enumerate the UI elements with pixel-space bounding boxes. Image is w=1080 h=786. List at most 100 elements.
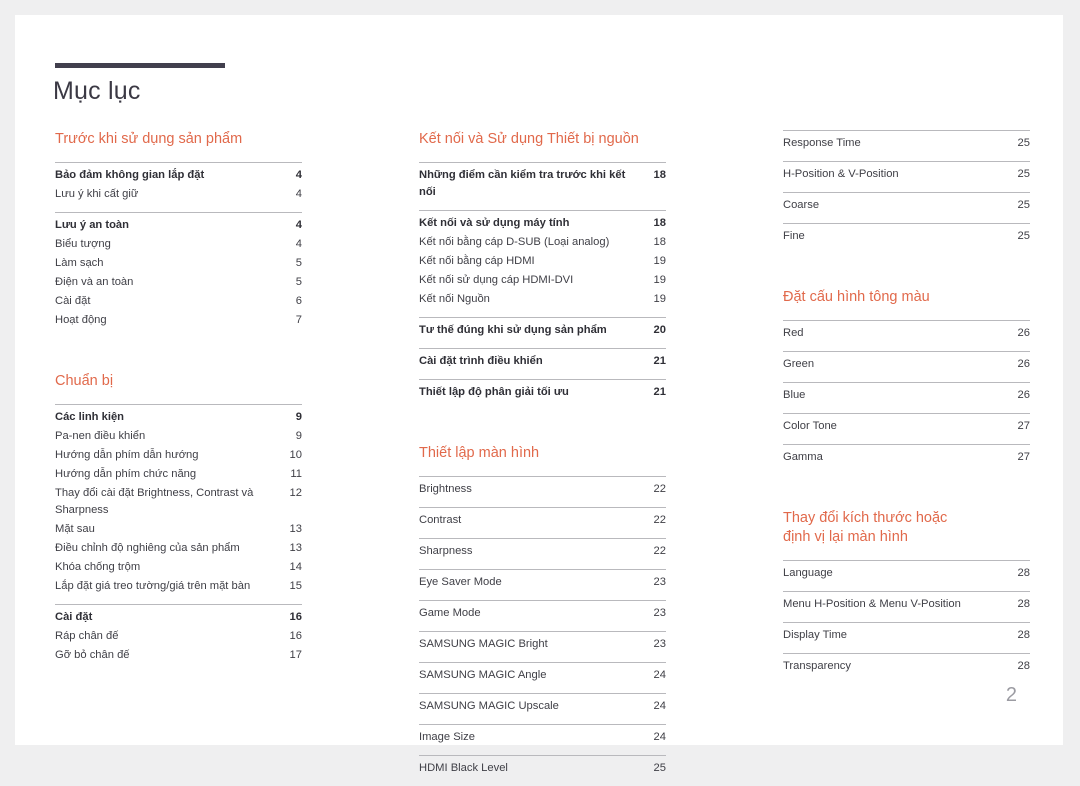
- toc-group: Kết nối và sử dụng máy tính 18 Kết nối bằn…: [419, 210, 666, 309]
- toc-group: Eye Saver Mode 23: [419, 569, 666, 592]
- toc-entry-page: 28: [1017, 598, 1030, 610]
- toc-entry-page: 22: [653, 483, 666, 495]
- toc-entry[interactable]: Red 26: [783, 324, 1030, 343]
- toc-entry[interactable]: Kết nối Nguồn 19: [419, 290, 666, 309]
- toc-group: SAMSUNG MAGIC Angle 24: [419, 662, 666, 685]
- toc-column-2: Kết nối và Sử dụng Thiết bị nguồn Những đ…: [419, 130, 666, 786]
- toc-entry-page: 12: [289, 487, 302, 499]
- toc-entry-label: Cài đặt trình điều khiển: [419, 355, 543, 367]
- toc-entry-page: 10: [289, 449, 302, 461]
- toc-entry[interactable]: Hướng dẫn phím chức năng 11: [55, 465, 302, 484]
- toc-entry[interactable]: Green 26: [783, 355, 1030, 374]
- toc-entry[interactable]: Kết nối và sử dụng máy tính 18: [419, 214, 666, 233]
- toc-section-title[interactable]: Trước khi sử dụng sản phẩm: [55, 130, 302, 149]
- toc-section-title[interactable]: Thay đổi kích thước hoặc định vị lại màn…: [783, 509, 1030, 547]
- toc-entry-page: 25: [1017, 199, 1030, 211]
- toc-entry[interactable]: Bảo đảm không gian lắp đặt 4: [55, 166, 302, 185]
- toc-entry-page: 11: [290, 468, 302, 480]
- toc-entry[interactable]: Fine 25: [783, 227, 1030, 246]
- toc-entry[interactable]: SAMSUNG MAGIC Angle 24: [419, 666, 666, 685]
- toc-entry[interactable]: Brightness 22: [419, 480, 666, 499]
- toc-entry[interactable]: Mặt sau 13: [55, 520, 302, 539]
- toc-entry-label: Thiết lập độ phân giải tối ưu: [419, 386, 569, 398]
- toc-section-title[interactable]: Kết nối và Sử dụng Thiết bị nguồn: [419, 130, 666, 149]
- toc-group: Cài đặt trình điều khiển 21: [419, 348, 666, 371]
- toc-entry[interactable]: Làm sạch 5: [55, 254, 302, 273]
- toc-entry[interactable]: Cài đặt 6: [55, 292, 302, 311]
- toc-entry[interactable]: Biểu tượng 4: [55, 235, 302, 254]
- toc-entry[interactable]: Gamma 27: [783, 448, 1030, 467]
- toc-entry-page: 17: [289, 649, 302, 661]
- toc-entry[interactable]: Coarse 25: [783, 196, 1030, 215]
- toc-entry[interactable]: Khóa chống trộm 14: [55, 558, 302, 577]
- toc-entry[interactable]: Display Time 28: [783, 626, 1030, 645]
- toc-entry[interactable]: SAMSUNG MAGIC Upscale 24: [419, 697, 666, 716]
- toc-entry[interactable]: Pa-nen điều khiển 9: [55, 427, 302, 446]
- toc-entry[interactable]: Ráp chân đế 16: [55, 627, 302, 646]
- toc-entry[interactable]: Transparency 28: [783, 657, 1030, 676]
- toc-entry-label: Color Tone: [783, 420, 837, 432]
- document-page: Mục lục Trước khi sử dụng sản phẩm Bảo đả…: [15, 15, 1063, 774]
- toc-entry[interactable]: Những điểm cần kiểm tra trước khi kết nố…: [419, 166, 666, 202]
- toc-entry-label: Gỡ bỏ chân đế: [55, 649, 130, 661]
- toc-entry[interactable]: Eye Saver Mode 23: [419, 573, 666, 592]
- toc-entry-label: Image Size: [419, 731, 475, 743]
- toc-group: Fine 25: [783, 223, 1030, 246]
- toc-entry[interactable]: Cài đặt 16: [55, 608, 302, 627]
- toc-entry-label: Red: [783, 327, 804, 339]
- toc-entry[interactable]: Gỡ bỏ chân đế 17: [55, 646, 302, 665]
- toc-entry-label: Điện và an toàn: [55, 276, 134, 288]
- toc-entry[interactable]: Kết nối bằng cáp HDMI 19: [419, 252, 666, 271]
- toc-entry[interactable]: Điều chỉnh độ nghiêng của sản phẩm 13: [55, 539, 302, 558]
- toc-entry[interactable]: Hướng dẫn phím dẫn hướng 10: [55, 446, 302, 465]
- toc-entry-label: Response Time: [783, 137, 861, 149]
- toc-entry[interactable]: Kết nối sử dụng cáp HDMI-DVI 19: [419, 271, 666, 290]
- toc-group: Transparency 28: [783, 653, 1030, 676]
- toc-group: Các linh kiện 9 Pa-nen điều khiển 9 Hướng dẫ…: [55, 404, 302, 596]
- toc-entry[interactable]: Sharpness 22: [419, 542, 666, 561]
- toc-entry-label: Lắp đặt giá treo tường/giá trên mặt bàn: [55, 580, 251, 592]
- toc-entry[interactable]: H-Position & V-Position 25: [783, 165, 1030, 184]
- toc-entry[interactable]: Lưu ý an toàn 4: [55, 216, 302, 235]
- toc-entry-page: 19: [653, 293, 666, 305]
- toc-group: Coarse 25: [783, 192, 1030, 215]
- toc-entry[interactable]: Điện và an toàn 5: [55, 273, 302, 292]
- toc-entry[interactable]: Các linh kiện 9: [55, 408, 302, 427]
- toc-entry[interactable]: Response Time 25: [783, 134, 1030, 153]
- toc-entry[interactable]: Kết nối bằng cáp D-SUB (Loại analog) 18: [419, 233, 666, 252]
- toc-entry[interactable]: Thiết lập độ phân giải tối ưu 21: [419, 383, 666, 402]
- toc-section: Thiết lập màn hình Brightness 22 Contrast 22…: [419, 410, 666, 778]
- toc-group: Blue 26: [783, 382, 1030, 405]
- toc-entry[interactable]: Image Size 24: [419, 728, 666, 747]
- toc-entry[interactable]: SAMSUNG MAGIC Bright 23: [419, 635, 666, 654]
- toc-entry[interactable]: Hoạt động 7: [55, 311, 302, 330]
- toc-section: Đặt cấu hình tông màu Red 26 Green 26 Blue 26 C…: [783, 254, 1030, 467]
- toc-entry[interactable]: Lưu ý khi cất giữ 4: [55, 185, 302, 204]
- toc-group: Thiết lập độ phân giải tối ưu 21: [419, 379, 666, 402]
- toc-entry[interactable]: Language 28: [783, 564, 1030, 583]
- toc-section-title[interactable]: Chuẩn bị: [55, 372, 302, 391]
- toc-entry[interactable]: Game Mode 23: [419, 604, 666, 623]
- toc-entry[interactable]: Thay đổi cài đặt Brightness, Contrast và…: [55, 484, 302, 520]
- toc-entry[interactable]: Tư thế đúng khi sử dụng sản phẩm 20: [419, 321, 666, 340]
- toc-group: Lưu ý an toàn 4 Biểu tượng 4 Làm sạch 5 Điện v…: [55, 212, 302, 330]
- toc-entry-label: Fine: [783, 230, 805, 242]
- toc-entry[interactable]: Cài đặt trình điều khiển 21: [419, 352, 666, 371]
- toc-entry-page: 28: [1017, 629, 1030, 641]
- toc-entry-page: 4: [295, 219, 302, 231]
- toc-group: Green 26: [783, 351, 1030, 374]
- toc-entry[interactable]: Blue 26: [783, 386, 1030, 405]
- toc-entry-page: 24: [653, 700, 666, 712]
- toc-entry[interactable]: Menu H-Position & Menu V-Position 28: [783, 595, 1030, 614]
- toc-entry[interactable]: Color Tone 27: [783, 417, 1030, 436]
- toc-entry-page: 25: [1017, 168, 1030, 180]
- toc-entry-label: Kết nối bằng cáp HDMI: [419, 255, 535, 267]
- toc-entry[interactable]: HDMI Black Level 25: [419, 759, 666, 778]
- toc-entry[interactable]: Lắp đặt giá treo tường/giá trên mặt bàn 1…: [55, 577, 302, 596]
- toc-entry[interactable]: Contrast 22: [419, 511, 666, 530]
- toc-entry-page: 9: [295, 411, 302, 423]
- toc-section-title[interactable]: Đặt cấu hình tông màu: [783, 288, 1030, 307]
- toc-entry-page: 13: [289, 523, 302, 535]
- toc-section-title[interactable]: Thiết lập màn hình: [419, 444, 666, 463]
- toc-entry-label: Tư thế đúng khi sử dụng sản phẩm: [419, 324, 607, 336]
